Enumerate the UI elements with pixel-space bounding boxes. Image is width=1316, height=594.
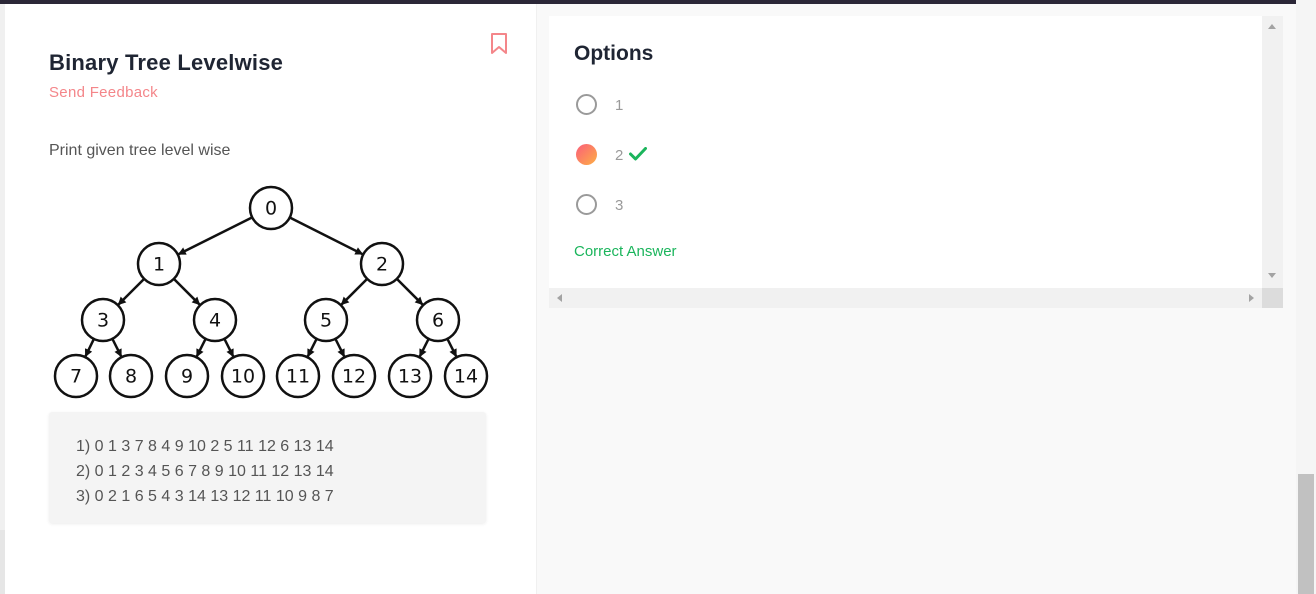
bookmark-icon[interactable] xyxy=(489,32,509,56)
option-3[interactable]: 3 xyxy=(576,194,636,218)
option-1[interactable]: 1 xyxy=(576,94,636,118)
tree-node-label: 0 xyxy=(265,198,277,220)
tree-node-11: 11 xyxy=(275,353,321,399)
question-title: Binary Tree Levelwise xyxy=(49,50,284,75)
option-3-radio[interactable] xyxy=(576,194,597,215)
options-card: Options 1 2 3 Correct Answer xyxy=(549,16,1262,288)
scroll-up-arrow-icon[interactable] xyxy=(1268,24,1276,29)
tree-edge-0-1 xyxy=(177,216,253,256)
page-scrollbar-thumb[interactable] xyxy=(1298,474,1314,594)
tree-node-10: 10 xyxy=(220,353,266,399)
tree-node-3: 3 xyxy=(80,297,126,343)
tree-edge-2-5 xyxy=(340,277,369,306)
tree-node-label: 10 xyxy=(231,366,255,388)
scroll-down-arrow-icon[interactable] xyxy=(1268,273,1276,278)
tree-node-6: 6 xyxy=(415,297,461,343)
options-vertical-scrollbar[interactable] xyxy=(1262,16,1283,288)
tree-node-14: 14 xyxy=(443,353,489,399)
options-title: Options xyxy=(574,42,654,65)
tree-edge-2-6 xyxy=(395,277,424,306)
tree-edge-3-7 xyxy=(84,338,96,358)
binary-tree-diagram: 01 23 4 5 67 8 9 10 11 12 13 14 xyxy=(53,185,489,399)
tree-edge-3-8 xyxy=(111,338,123,358)
tree-node-2: 2 xyxy=(359,241,405,287)
scroll-left-arrow-icon[interactable] xyxy=(557,294,562,302)
tree-node-7: 7 xyxy=(53,353,99,399)
checkmark-icon xyxy=(629,147,647,161)
tree-edge-4-9 xyxy=(195,338,207,358)
choice-text-2: 2) 0 1 2 3 4 5 6 7 8 9 10 11 12 13 14 xyxy=(76,463,334,480)
tree-node-label: 8 xyxy=(125,366,137,388)
tree-node-13: 13 xyxy=(387,353,433,399)
question-description: Print given tree level wise xyxy=(49,142,231,159)
choice-text-1: 1) 0 1 3 7 8 4 9 10 2 5 11 12 6 13 14 xyxy=(76,438,334,455)
option-2-radio[interactable] xyxy=(576,144,597,165)
choice-text-3: 3) 0 2 1 6 5 4 3 14 13 12 11 10 9 8 7 xyxy=(76,488,334,505)
tree-node-4: 4 xyxy=(192,297,238,343)
options-horizontal-scrollbar[interactable] xyxy=(549,288,1262,308)
tree-node-label: 12 xyxy=(342,366,366,388)
tree-node-9: 9 xyxy=(164,353,210,399)
tree-node-label: 3 xyxy=(97,310,109,332)
tree-node-label: 4 xyxy=(209,310,221,332)
scrollbar-corner xyxy=(1262,288,1283,308)
tree-node-5: 5 xyxy=(303,297,349,343)
tree-node-label: 2 xyxy=(376,254,388,276)
tree-edge-6-14 xyxy=(446,338,458,358)
option-1-radio[interactable] xyxy=(576,94,597,115)
tree-node-label: 5 xyxy=(320,310,332,332)
tree-node-label: 11 xyxy=(286,366,310,388)
tree-edge-4-10 xyxy=(223,338,235,358)
tree-edge-5-12 xyxy=(334,338,346,358)
tree-node-label: 13 xyxy=(398,366,422,388)
tree-node-0: 0 xyxy=(248,185,294,231)
option-1-label: 1 xyxy=(615,97,624,114)
tree-edge-1-4 xyxy=(172,277,201,306)
tree-node-1: 1 xyxy=(136,241,182,287)
tree-edge-5-11 xyxy=(306,338,318,358)
tree-edge-6-13 xyxy=(418,338,430,358)
scroll-right-arrow-icon[interactable] xyxy=(1249,294,1254,302)
tree-node-label: 14 xyxy=(454,366,478,388)
tree-node-label: 6 xyxy=(432,310,444,332)
tree-node-label: 1 xyxy=(153,254,165,276)
option-2-label: 2 xyxy=(615,147,624,164)
option-3-label: 3 xyxy=(615,197,624,214)
tree-edge-0-2 xyxy=(289,216,364,256)
tree-edge-1-3 xyxy=(117,277,146,306)
tree-node-label: 9 xyxy=(181,366,193,388)
correct-answer-text: Correct Answer xyxy=(574,243,677,260)
tree-node-8: 8 xyxy=(108,353,154,399)
options-area: Options 1 2 3 Correct Answer xyxy=(537,4,1296,594)
tree-node-label: 7 xyxy=(70,366,82,388)
option-2[interactable]: 2 xyxy=(576,144,656,168)
answer-choices-box: 1) 0 1 3 7 8 4 9 10 2 5 11 12 6 13 14 2)… xyxy=(49,412,486,523)
send-feedback-link[interactable]: Send Feedback xyxy=(49,84,158,101)
question-panel: Binary Tree Levelwise Send Feedback Prin… xyxy=(5,4,536,594)
tree-node-12: 12 xyxy=(331,353,377,399)
